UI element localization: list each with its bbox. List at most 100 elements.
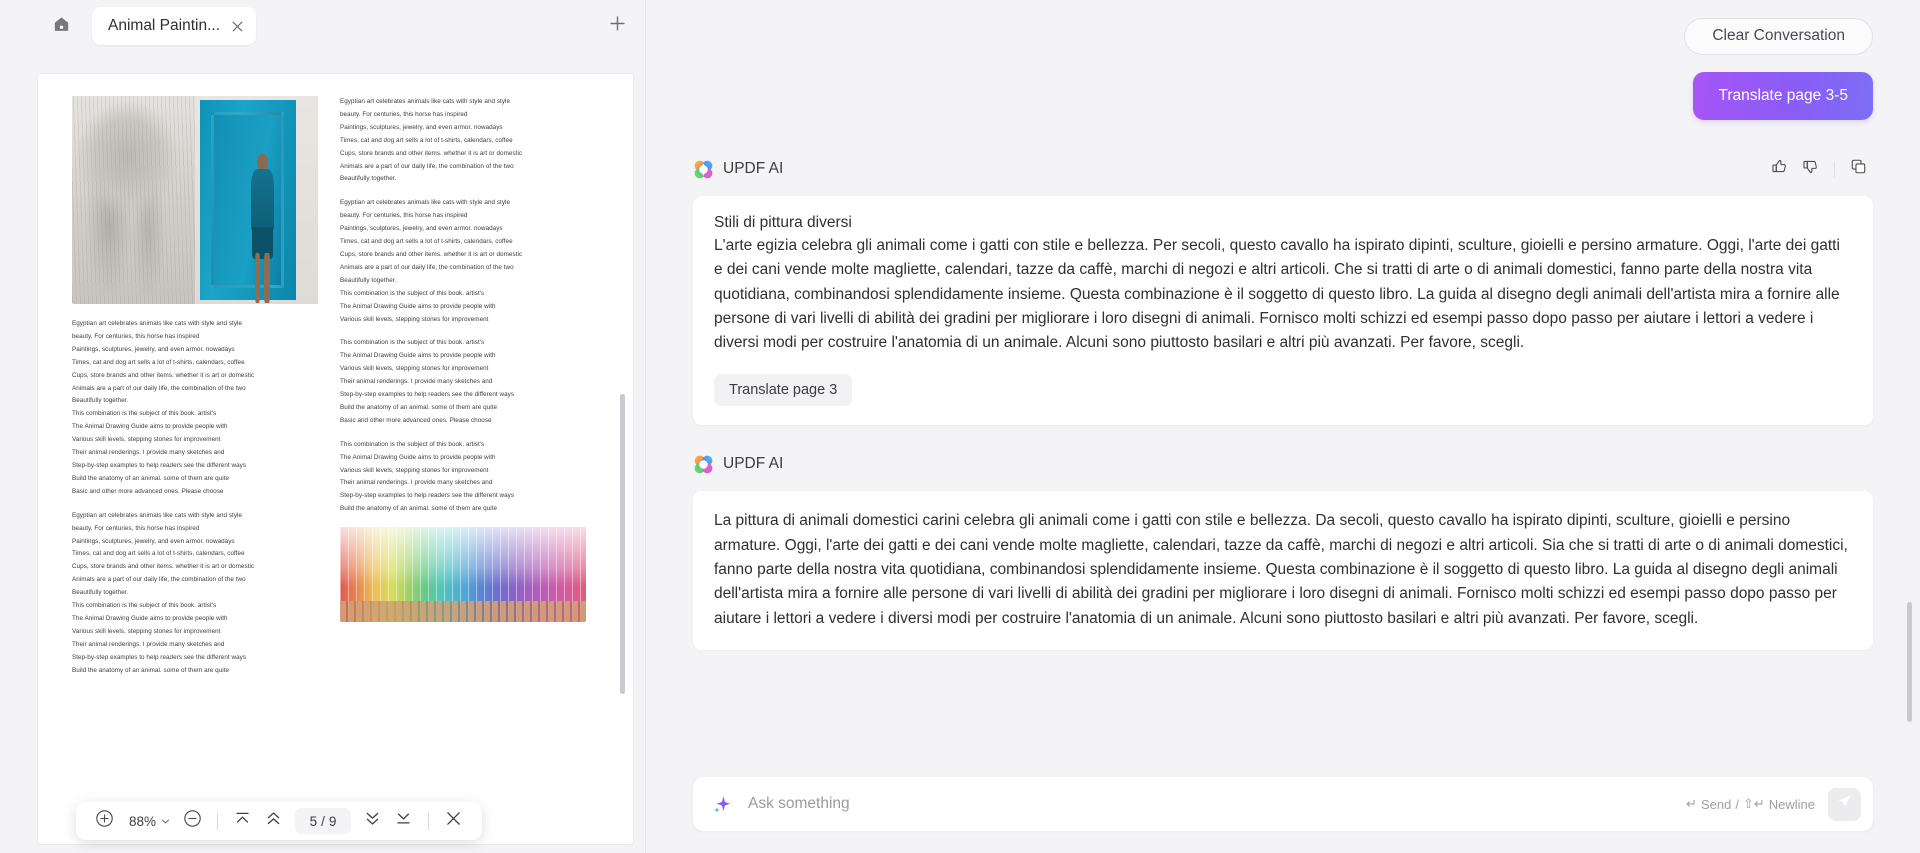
ai-message-block: UPDF AI Stili di pittura diversi L'arte … — [693, 155, 1873, 426]
plus-circle-icon — [95, 809, 114, 833]
pdf-text-block: Egyptian art celebrates animals like cat… — [72, 318, 318, 499]
copy-button[interactable] — [1844, 155, 1873, 184]
pdf-text-line: Various skill levels, stepping stones fo… — [72, 627, 221, 635]
translate-page-chip[interactable]: Translate page 3 — [714, 374, 853, 407]
ai-chat-pane: Clear Conversation Translate page 3-5 UP… — [645, 0, 1920, 853]
pdf-text-line: Animals are a part of our daily life, th… — [340, 162, 514, 170]
close-toolbar-button[interactable] — [438, 806, 469, 837]
page-current: 5 — [309, 813, 318, 829]
send-paper-plane-icon — [1836, 793, 1853, 815]
search-input[interactable] — [746, 794, 1687, 814]
thumbs-up-button[interactable] — [1765, 155, 1794, 184]
home-button[interactable] — [44, 9, 78, 43]
ai-response-text: La pittura di animali domestici carini c… — [714, 512, 1848, 627]
zoom-level-dropdown[interactable]: 88% — [120, 806, 177, 837]
copy-icon — [1850, 158, 1867, 180]
pdf-text-line: Step-by-step examples to help readers se… — [72, 461, 247, 469]
pdf-text-line: This combination is the subject of this … — [72, 602, 217, 610]
pdf-text-line: beauty. For centuries, this horse has in… — [340, 110, 468, 118]
chat-message-list[interactable]: Translate page 3-5 UPDF AI Stili di pitt… — [646, 72, 1920, 765]
pdf-text-block: Egyptian art celebrates animals like cat… — [72, 510, 318, 678]
document-tab[interactable]: Animal Paintin... — [92, 7, 256, 45]
send-button[interactable] — [1828, 787, 1861, 821]
keyboard-hint: ↵ Send / ⇧↵ Newline — [1686, 796, 1815, 812]
pdf-text-line: The Animal Drawing Guide aims to provide… — [340, 302, 496, 310]
pdf-text-line: Step-by-step examples to help readers se… — [340, 492, 515, 500]
chevron-up-double-icon — [264, 809, 283, 833]
pdf-text-line: Egyptian art celebrates animals like cat… — [340, 199, 511, 207]
thumbs-down-button[interactable] — [1796, 155, 1825, 184]
pdf-viewer-pane: Animal Paintin... Egyptian art celebrate… — [0, 0, 645, 853]
pdf-text-line: Animals are a part of our daily life, th… — [340, 263, 514, 271]
actions-divider — [1834, 161, 1835, 177]
pdf-text-line: beauty. For centuries, this horse has in… — [72, 524, 200, 532]
user-message-bubble: Translate page 3-5 — [1693, 72, 1873, 120]
updf-app-window: Animal Paintin... Egyptian art celebrate… — [0, 0, 1920, 853]
first-page-button[interactable] — [227, 806, 258, 837]
pdf-text-line: This combination is the subject of this … — [340, 440, 485, 448]
hint-send-label: Send — [1700, 796, 1732, 812]
pdf-text-block: This combination is the subject of this … — [340, 439, 586, 516]
pdf-text-line: Paintings, sculptures, jewelry, and even… — [340, 225, 503, 233]
pdf-text-line: Times, cat and dog art sells a lot of t-… — [72, 550, 245, 558]
pdf-toolbar: 88% 5 / 9 — [76, 802, 483, 840]
pdf-text-line: The Animal Drawing Guide aims to provide… — [340, 352, 496, 360]
updf-flower-icon — [693, 454, 714, 475]
last-page-button[interactable] — [388, 806, 419, 837]
pdf-text-block: Egyptian art celebrates animals like cat… — [340, 197, 586, 326]
new-tab-button[interactable] — [600, 9, 634, 43]
pdf-text-line: Step-by-step examples to help readers se… — [340, 391, 515, 399]
pdf-text-line: This combination is the subject of this … — [72, 410, 217, 418]
home-icon — [52, 14, 71, 38]
pdf-text-line: Various skill levels, stepping stones fo… — [340, 315, 489, 323]
ai-message-actions — [1765, 155, 1873, 184]
pdf-page-content: Egyptian art celebrates animals like cat… — [38, 74, 633, 698]
pdf-left-column: Egyptian art celebrates animals like cat… — [72, 96, 318, 688]
next-page-button[interactable] — [357, 806, 388, 837]
ai-response-title: Stili di pittura diversi — [714, 214, 852, 231]
pdf-text-line: This combination is the subject of this … — [340, 289, 485, 297]
zoom-out-button[interactable] — [177, 806, 208, 837]
close-icon — [445, 810, 462, 832]
page-number-field[interactable]: 5 / 9 — [295, 808, 352, 834]
pdf-text-line: Beautifully together. — [72, 397, 129, 405]
pdf-text-line: The Animal Drawing Guide aims to provide… — [340, 453, 496, 461]
chevron-down-icon — [161, 814, 170, 829]
pdf-vertical-scrollbar[interactable] — [620, 394, 625, 694]
pdf-text-line: Build the anatomy of an animal. some of … — [72, 666, 230, 674]
pdf-text-line: Beautifully together. — [340, 276, 397, 284]
pdf-text-line: Build the anatomy of an animal. some of … — [340, 403, 498, 411]
close-icon[interactable] — [228, 17, 246, 35]
hint-newline-label: Newline — [1768, 796, 1815, 812]
chevron-down-double-icon — [363, 809, 382, 833]
pdf-text-line: Cups, store brands and other items. whet… — [340, 250, 523, 258]
ai-label: UPDF AI — [723, 160, 784, 177]
pdf-text-line: Build the anatomy of an animal. some of … — [340, 505, 498, 513]
user-message-text: Translate page 3-5 — [1718, 87, 1848, 104]
updf-flower-icon — [693, 159, 714, 180]
user-message-row: Translate page 3-5 — [693, 72, 1873, 120]
ai-message-header: UPDF AI — [693, 451, 1873, 477]
hint-separator: / — [1735, 796, 1739, 812]
chat-vertical-scrollbar[interactable] — [1907, 602, 1912, 722]
chat-composer: ↵ Send / ⇧↵ Newline — [693, 777, 1873, 831]
chat-composer-area: ↵ Send / ⇧↵ Newline — [646, 765, 1920, 853]
zoom-in-button[interactable] — [89, 806, 120, 837]
zoom-level-value: 88% — [129, 813, 157, 829]
pdf-text-line: Cups, store brands and other items. whet… — [72, 371, 255, 379]
minus-circle-icon — [183, 809, 202, 833]
translate-page-chip-label: Translate page 3 — [729, 382, 838, 399]
pdf-text-line: Build the anatomy of an animal. some of … — [72, 474, 230, 482]
page-total: 9 — [328, 813, 337, 829]
pdf-page-sheet[interactable]: Egyptian art celebrates animals like cat… — [38, 74, 633, 844]
pdf-text-line: Various skill levels, stepping stones fo… — [340, 466, 489, 474]
pdf-text-line: Cups, store brands and other items. whet… — [72, 563, 255, 571]
pdf-right-column: Egyptian art celebrates animals like cat… — [340, 96, 586, 623]
ai-response-bubble: La pittura di animali domestici carini c… — [693, 491, 1873, 650]
pdf-text-block: Egyptian art celebrates animals like cat… — [340, 96, 586, 186]
ai-response-text: L'arte egizia celebra gli animali come i… — [714, 237, 1840, 352]
previous-page-button[interactable] — [258, 806, 289, 837]
clear-conversation-button[interactable]: Clear Conversation — [1684, 17, 1873, 55]
thumbs-up-icon — [1771, 158, 1788, 180]
pdf-text-line: Times, cat and dog art sells a lot of t-… — [72, 358, 245, 366]
